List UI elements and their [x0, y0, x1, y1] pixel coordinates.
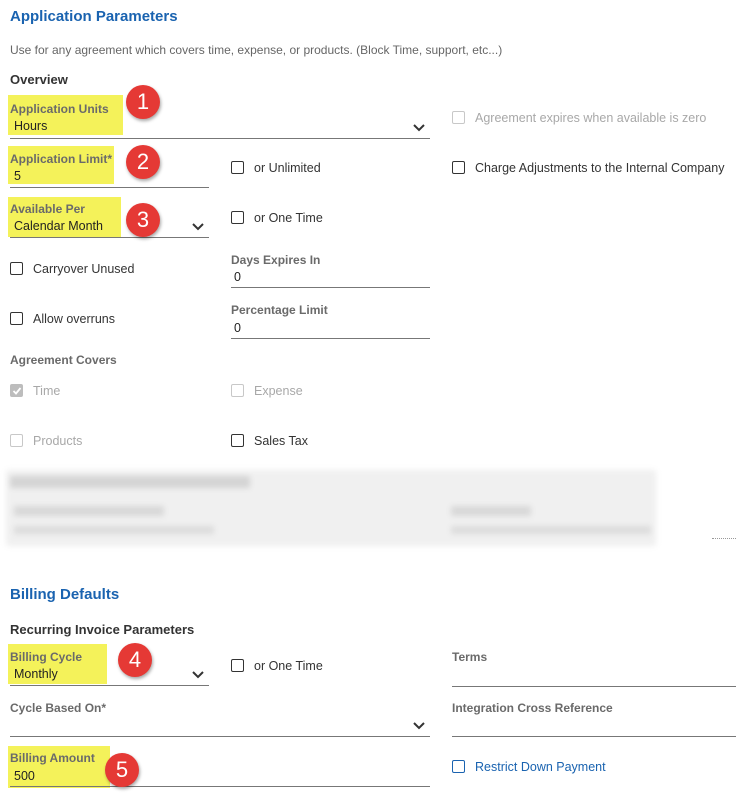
covers-time-label: Time: [33, 384, 61, 398]
available-per-label: Available Per: [10, 202, 85, 216]
chevron-down-icon: [413, 722, 425, 730]
billing-one-time-label: or One Time: [254, 659, 323, 673]
underline: [231, 287, 430, 288]
redacted-line: [14, 526, 214, 534]
callout-badge-5: 5: [105, 753, 139, 787]
callout-badge-2: 2: [126, 145, 160, 179]
billing-cycle-label: Billing Cycle: [10, 650, 83, 664]
percentage-limit-value: 0: [234, 321, 241, 335]
callout-badge-3: 3: [126, 203, 160, 237]
section-title-application-parameters: Application Parameters: [10, 8, 178, 25]
underline: [10, 187, 209, 188]
one-time-checkbox[interactable]: [231, 211, 244, 224]
percentage-limit-label: Percentage Limit: [231, 303, 328, 317]
expires-zero-checkbox[interactable]: [452, 111, 465, 124]
percentage-limit-input[interactable]: 0: [231, 319, 430, 339]
restrict-down-payment-checkbox[interactable]: [452, 760, 465, 773]
covers-products-label: Products: [33, 434, 83, 448]
restrict-down-payment-label: Restrict Down Payment: [475, 760, 606, 774]
redacted-line: [14, 506, 164, 516]
application-limit-value: 5: [14, 169, 21, 183]
covers-expense-label: Expense: [254, 384, 303, 398]
charge-adjustments-checkbox[interactable]: [452, 161, 465, 174]
application-limit-label: Application Limit*: [10, 152, 112, 166]
cycle-based-on-label: Cycle Based On*: [10, 701, 107, 715]
chevron-down-icon: [413, 124, 425, 132]
checkmark-icon: [12, 386, 21, 395]
billing-cycle-select[interactable]: Monthly: [10, 665, 209, 686]
chevron-down-icon: [192, 223, 204, 231]
redacted-line: [451, 526, 651, 534]
section-title-billing-defaults: Billing Defaults: [10, 586, 120, 603]
underline: [10, 237, 209, 238]
covers-sales-tax-checkbox[interactable]: [231, 434, 244, 447]
integration-xref-label: Integration Cross Reference: [452, 701, 613, 715]
carryover-checkbox[interactable]: [10, 262, 23, 275]
underline: [10, 685, 209, 686]
days-expires-label: Days Expires In: [231, 253, 321, 267]
allow-overruns-checkbox[interactable]: [10, 312, 23, 325]
covers-expense-checkbox[interactable]: [231, 384, 244, 397]
charge-adjustments-label: Charge Adjustments to the Internal Compa…: [475, 161, 725, 175]
agreement-covers-label: Agreement Covers: [10, 353, 117, 367]
callout-badge-1: 1: [126, 85, 160, 119]
overview-heading: Overview: [10, 72, 68, 87]
one-time-label: or One Time: [254, 211, 323, 225]
redacted-line: [451, 506, 531, 516]
billing-one-time-checkbox[interactable]: [231, 659, 244, 672]
available-per-value: Calendar Month: [14, 219, 103, 233]
covers-time-checkbox[interactable]: [10, 384, 23, 397]
underline: [231, 338, 430, 339]
callout-badge-4: 4: [118, 643, 152, 677]
available-per-select[interactable]: Calendar Month: [10, 217, 209, 238]
billing-cycle-value: Monthly: [14, 667, 58, 681]
underline: [452, 686, 736, 687]
redacted-line: [10, 476, 250, 488]
allow-overruns-label: Allow overruns: [33, 312, 115, 326]
application-units-value: Hours: [14, 119, 48, 133]
application-limit-input[interactable]: 5: [10, 167, 209, 188]
underline: [10, 138, 430, 139]
redacted-region: [6, 470, 656, 546]
application-units-select[interactable]: Hours: [10, 117, 430, 139]
section-description: Use for any agreement which covers time,…: [10, 43, 503, 57]
chevron-down-icon: [192, 671, 204, 679]
terms-input[interactable]: [452, 666, 736, 687]
application-units-label: Application Units: [10, 102, 109, 116]
expires-zero-label: Agreement expires when available is zero: [475, 111, 707, 125]
underline: [452, 736, 736, 737]
billing-amount-label: Billing Amount: [10, 751, 95, 765]
billing-amount-value: 500: [14, 769, 35, 783]
covers-products-checkbox[interactable]: [10, 434, 23, 447]
dotted-underline: [712, 538, 736, 539]
terms-label: Terms: [452, 650, 488, 664]
days-expires-value: 0: [234, 270, 241, 284]
billing-amount-input[interactable]: 500: [10, 767, 430, 787]
cycle-based-on-select[interactable]: [10, 716, 430, 737]
underline: [10, 786, 430, 787]
unlimited-checkbox[interactable]: [231, 161, 244, 174]
unlimited-label: or Unlimited: [254, 161, 321, 175]
carryover-label: Carryover Unused: [33, 262, 135, 276]
covers-sales-tax-label: Sales Tax: [254, 434, 308, 448]
days-expires-input[interactable]: 0: [231, 268, 430, 288]
underline: [10, 736, 430, 737]
integration-xref-input[interactable]: [452, 716, 736, 737]
recurring-invoice-heading: Recurring Invoice Parameters: [10, 622, 195, 637]
